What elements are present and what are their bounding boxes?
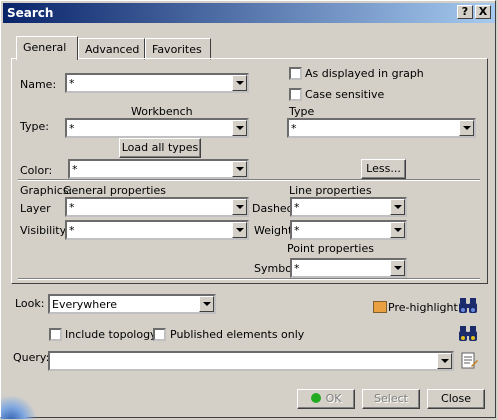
dashed-value: * [294,201,300,214]
weight-value: * [294,224,300,237]
type-label: Type: [20,120,49,133]
tab-general[interactable]: General [16,36,78,60]
workbench-label: Workbench [131,105,193,118]
chevron-down-icon[interactable] [232,199,247,215]
layer-value: * [69,201,75,214]
visibility-value: * [69,224,75,237]
title-bar[interactable]: Search ? X [3,3,495,23]
binoculars-icon[interactable] [457,295,479,317]
ok-status-icon [310,393,321,403]
load-all-types-button[interactable]: Load all types [119,138,201,158]
chevron-down-icon[interactable] [199,296,214,312]
query-combo[interactable] [48,351,454,371]
query-label: Query: [13,351,50,364]
chevron-down-icon[interactable] [232,75,247,91]
search-next-icon[interactable] [457,323,479,345]
color-value: * [72,163,78,176]
type-value: * [291,122,297,135]
weight-label: Weight [254,224,293,237]
search-dialog: Search ? X General Advanced Favorites Na… [0,0,496,419]
ok-button[interactable]: OK [297,389,355,409]
help-button[interactable]: ? [457,5,473,19]
look-combo[interactable]: Everywhere [48,294,216,314]
include-topology-checkbox[interactable] [49,328,62,341]
symbol-combo[interactable]: * [290,258,407,278]
tab-advanced[interactable]: Advanced [78,38,145,60]
published-only-checkbox[interactable] [153,328,166,341]
layer-combo[interactable]: * [65,197,249,217]
chevron-down-icon[interactable] [390,222,405,238]
visibility-combo[interactable]: * [65,220,249,240]
name-value: * [69,77,75,90]
chevron-down-icon[interactable] [437,353,452,369]
background-graphic [1,391,41,419]
prehighlight-icon[interactable] [373,301,387,313]
divider [18,179,480,181]
close-button[interactable]: Close [427,389,485,409]
query-editor-icon[interactable] [458,350,480,372]
visibility-label: Visibility [20,224,67,237]
name-combo[interactable]: * [65,73,249,93]
line-properties-label: Line properties [289,184,372,197]
workbench-combo[interactable]: * [65,118,249,138]
as-displayed-checkbox[interactable] [289,67,302,80]
dashed-label: Dashed [252,202,294,215]
color-combo[interactable]: * [68,159,249,179]
workbench-value: * [69,122,75,135]
divider [18,278,480,280]
published-only-label: Published elements only [170,328,305,341]
select-label: Select [374,392,408,405]
chevron-down-icon[interactable] [390,260,405,276]
window-title: Search [7,6,54,20]
close-window-button[interactable]: X [475,5,491,19]
tab-advanced-label: Advanced [85,43,140,56]
look-label: Look: [15,297,45,310]
include-topology-label: Include topology [65,328,157,341]
type-combo[interactable]: * [287,118,476,138]
tab-favorites[interactable]: Favorites [145,38,211,60]
chevron-down-icon[interactable] [459,120,474,136]
type-column-label: Type [289,105,315,118]
symbol-value: * [294,262,300,275]
case-sensitive-label: Case sensitive [305,88,385,101]
color-label: Color: [20,164,53,177]
weight-combo[interactable]: * [290,220,407,240]
dashed-combo[interactable]: * [290,197,407,217]
point-properties-label: Point properties [287,242,374,255]
look-value: Everywhere [52,298,118,311]
less-button[interactable]: Less... [361,159,406,179]
symbol-label: Symbol [254,262,295,275]
prehighlight-label: Pre-highlight [388,301,458,314]
chevron-down-icon[interactable] [232,222,247,238]
chevron-down-icon[interactable] [390,199,405,215]
select-button[interactable]: Select [362,389,420,409]
name-label: Name: [20,78,57,91]
case-sensitive-checkbox[interactable] [289,88,302,101]
chevron-down-icon[interactable] [232,161,247,177]
chevron-down-icon[interactable] [232,120,247,136]
ok-label: OK [325,392,342,405]
tab-favorites-label: Favorites [152,43,202,56]
as-displayed-label: As displayed in graph [305,67,424,80]
tab-general-label: General [23,41,67,54]
layer-label: Layer [20,202,51,215]
general-properties-label: General properties [63,184,166,197]
